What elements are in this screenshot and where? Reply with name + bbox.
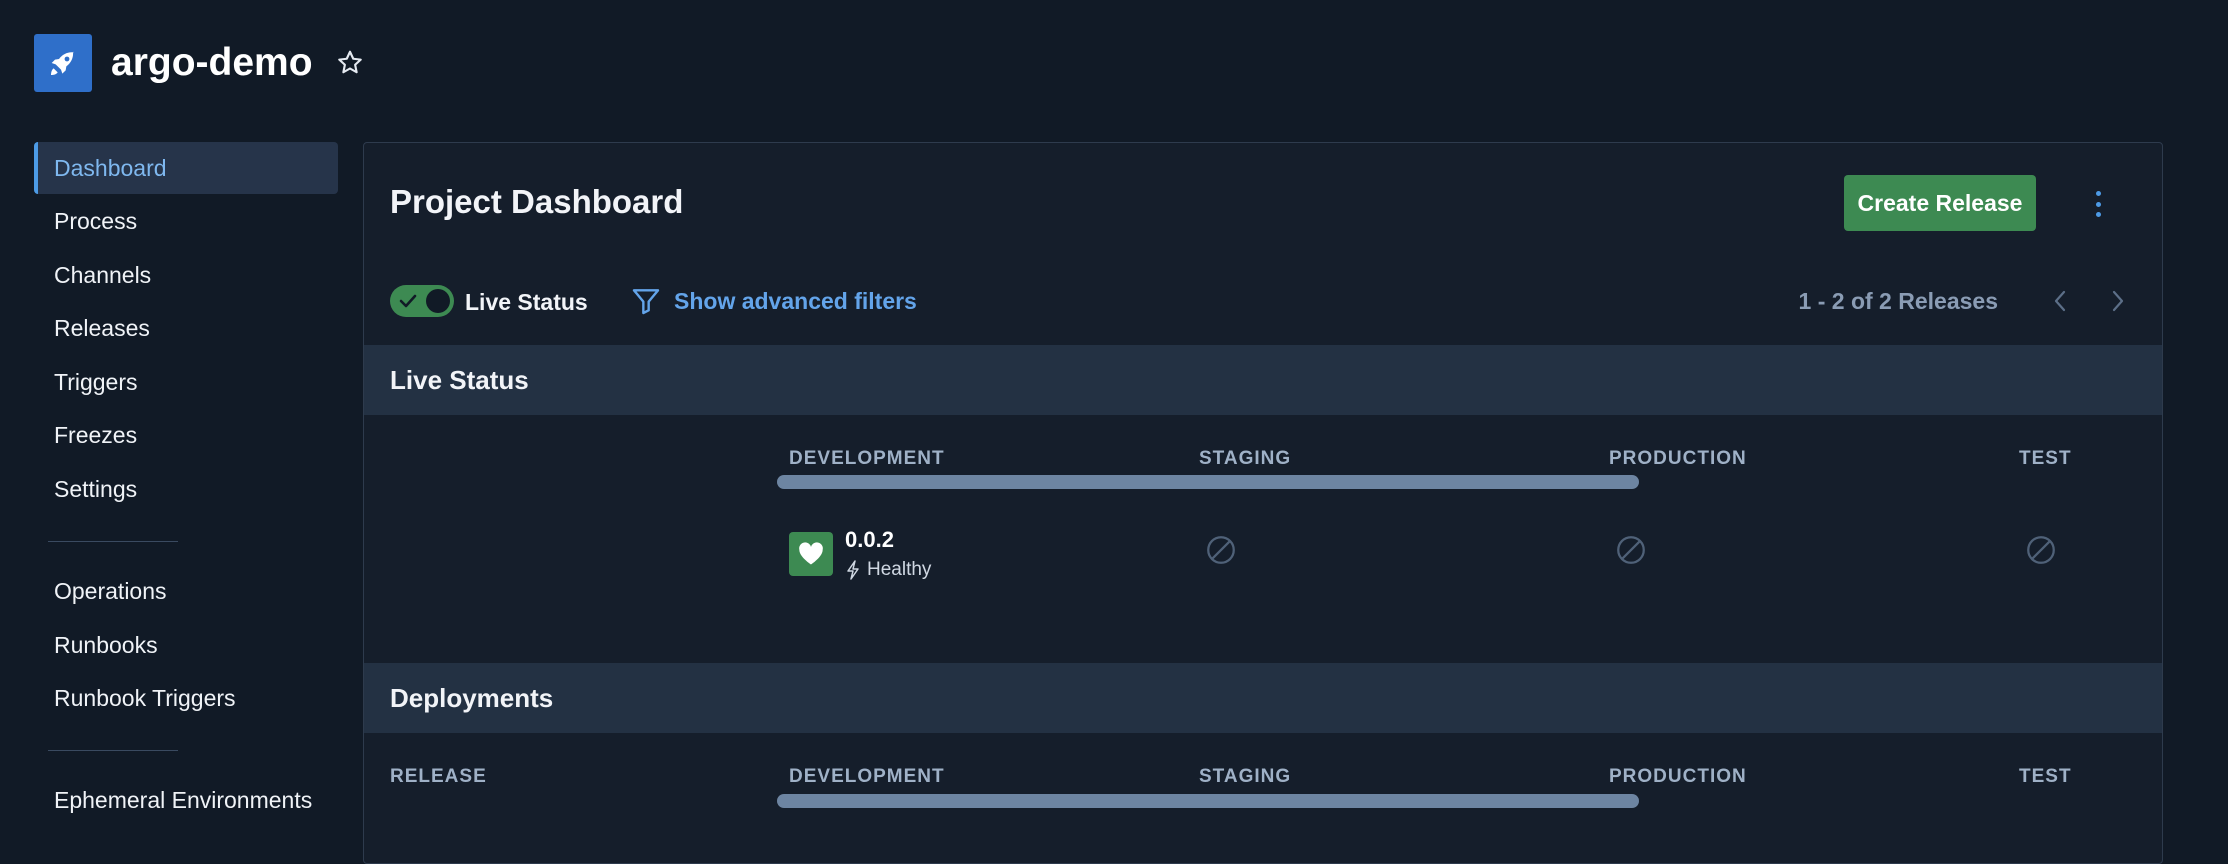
release-version: 0.0.2 xyxy=(845,527,894,552)
env-column-test: TEST xyxy=(2019,766,2072,787)
sidebar-item-runbook-triggers[interactable]: Runbook Triggers xyxy=(34,673,338,725)
sidebar-item-releases[interactable]: Releases xyxy=(34,303,338,355)
env-column-production: PRODUCTION xyxy=(1609,448,1747,469)
sidebar-divider xyxy=(48,749,178,751)
advanced-filters-link[interactable]: Show advanced filters xyxy=(630,285,917,317)
env-column-staging: STAGING xyxy=(1199,448,1292,469)
dashboard-panel: Project Dashboard Create Release Live St… xyxy=(363,142,2163,864)
page-title: Project Dashboard xyxy=(390,183,684,220)
no-deployment-icon xyxy=(1617,536,1645,564)
more-vert-dot xyxy=(2095,212,2101,217)
project-title: argo-demo xyxy=(111,41,313,84)
sidebar-item-freezes[interactable]: Freezes xyxy=(34,410,338,462)
release-health-label: Healthy xyxy=(867,559,932,580)
sidebar-item-ephemeral-environments[interactable]: Ephemeral Environments xyxy=(34,775,338,827)
sidebar-item-settings[interactable]: Settings xyxy=(34,464,338,516)
lifecycle-progress-bar xyxy=(777,475,1639,489)
next-page-button[interactable] xyxy=(2100,285,2136,317)
sidebar-item-triggers[interactable]: Triggers xyxy=(34,356,338,408)
project-logo[interactable] xyxy=(34,34,92,92)
deployments-heading: Deployments xyxy=(364,663,2162,733)
chevron-left-icon xyxy=(2054,290,2066,312)
star-icon xyxy=(337,50,362,74)
advanced-filters-label: Show advanced filters xyxy=(674,287,917,314)
pagination-label: 1 - 2 of 2 Releases xyxy=(1798,287,1998,314)
check-icon xyxy=(399,294,417,308)
lifecycle-progress-bar xyxy=(777,794,1639,808)
filter-bar: Live Status Show advanced filters 1 - 2 … xyxy=(390,283,2162,319)
previous-page-button[interactable] xyxy=(2042,285,2078,317)
pagination: 1 - 2 of 2 Releases xyxy=(1799,285,2136,317)
no-deployment-icon xyxy=(2027,536,2055,564)
column-release: RELEASE xyxy=(390,766,487,787)
sidebar-item-process[interactable]: Process xyxy=(34,196,338,248)
toggle-knob xyxy=(426,289,450,313)
release-health: Healthy xyxy=(845,559,931,581)
more-options-button[interactable] xyxy=(2088,189,2108,219)
env-column-development: DEVELOPMENT xyxy=(789,766,945,787)
no-deployment-icon xyxy=(1207,536,1235,564)
create-release-button[interactable]: Create Release xyxy=(1844,175,2036,231)
env-column-development: DEVELOPMENT xyxy=(789,448,945,469)
live-status-heading: Live Status xyxy=(364,345,2162,415)
dashboard-toolbar: Project Dashboard Create Release xyxy=(390,175,2162,231)
health-status-badge xyxy=(789,532,833,576)
lightning-icon xyxy=(847,560,859,580)
sidebar-item-dashboard[interactable]: Dashboard xyxy=(34,142,338,194)
live-status-label: Live Status xyxy=(465,289,588,315)
favorite-button[interactable] xyxy=(335,48,365,78)
project-sidebar: Dashboard Process Channels Releases Trig… xyxy=(34,142,338,828)
env-column-staging: STAGING xyxy=(1199,766,1292,787)
project-header: argo-demo xyxy=(34,34,365,92)
env-column-production: PRODUCTION xyxy=(1609,766,1747,787)
more-vert-dot xyxy=(2095,201,2101,207)
filter-icon xyxy=(632,289,660,315)
rocket-icon xyxy=(51,51,74,75)
sidebar-item-operations[interactable]: Operations xyxy=(34,566,338,618)
sidebar-divider xyxy=(48,540,178,542)
chevron-right-icon xyxy=(2112,290,2124,312)
heart-icon xyxy=(799,542,823,565)
more-vert-icon xyxy=(2095,191,2101,196)
release-status-card[interactable]: 0.0.2 Healthy xyxy=(789,527,931,581)
env-column-test: TEST xyxy=(2019,448,2072,469)
sidebar-item-runbooks[interactable]: Runbooks xyxy=(34,619,338,671)
live-status-toggle[interactable] xyxy=(390,285,454,317)
sidebar-item-channels[interactable]: Channels xyxy=(34,249,338,301)
